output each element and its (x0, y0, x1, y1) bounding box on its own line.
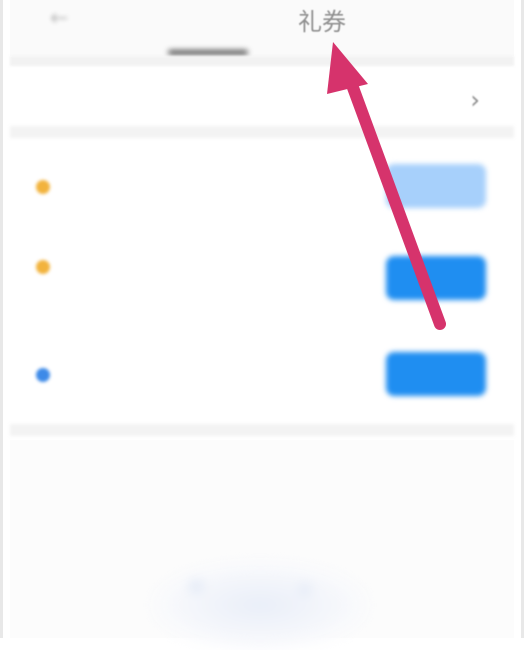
annotation-arrow-shaft (342, 68, 446, 330)
annotation-arrow (327, 42, 446, 330)
annotation-arrow-head (327, 42, 368, 94)
